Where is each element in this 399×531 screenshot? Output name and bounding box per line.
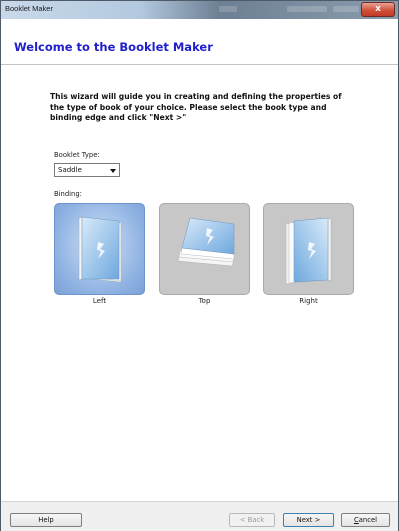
chevron-down-icon [110,169,116,173]
binding-left-label: Left [92,297,107,305]
window-title: Booklet Maker [5,4,53,13]
binding-left-option[interactable] [54,203,145,295]
title-bar[interactable]: Booklet Maker x [1,1,398,19]
close-button[interactable]: x [361,2,395,17]
cancel-label: ancel [358,516,378,524]
cancel-button[interactable]: Cancel [341,513,390,527]
book-top-icon [177,217,235,267]
header-divider [1,64,398,65]
booklet-type-select[interactable]: Saddle [54,163,120,177]
close-icon: x [375,4,381,14]
next-button[interactable]: Next > [283,513,334,527]
titlebar-ghost [219,6,237,12]
booklet-maker-window: Booklet Maker x Welcome to the Booklet M… [0,0,399,531]
book-right-icon [285,217,332,285]
binding-right-label: Right [299,297,318,305]
binding-right-option[interactable] [263,203,354,295]
booklet-type-value: Saddle [58,166,82,174]
binding-label: Binding: [54,190,82,198]
page-title: Welcome to the Booklet Maker [14,40,213,54]
titlebar-ghost [287,6,327,12]
intro-text: This wizard will guide you in creating a… [50,92,342,122]
help-button[interactable]: Help [10,513,82,527]
booklet-type-label: Booklet Type: [54,151,100,159]
binding-top-option[interactable] [159,203,250,295]
titlebar-ghost [333,6,359,12]
back-button[interactable]: < Back [229,513,275,527]
binding-top-label: Top [198,297,211,305]
book-left-icon [78,216,122,283]
